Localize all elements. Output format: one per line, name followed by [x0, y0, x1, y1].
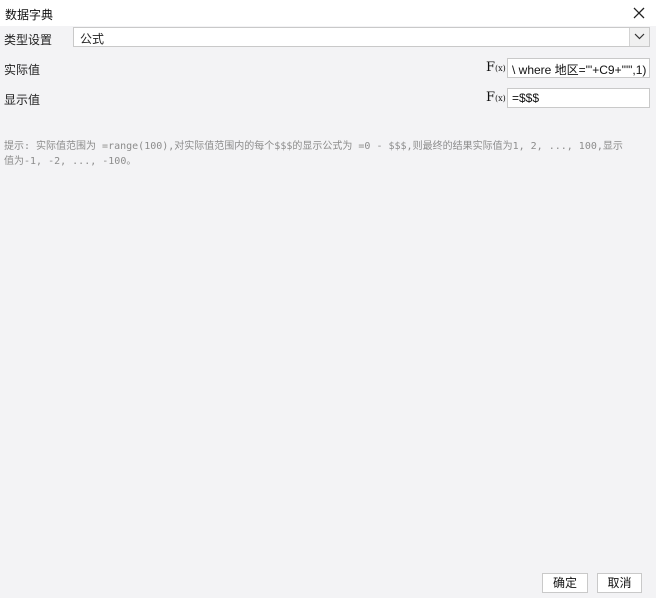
cancel-button[interactable]: 取消	[597, 573, 642, 593]
chevron-down-icon	[634, 33, 645, 40]
hint-text: 提示: 实际值范围为 =range(100),对实际值范围内的每个$$$的显示公…	[4, 141, 623, 167]
formula-icon-sub: (x)	[495, 64, 506, 73]
window-title: 数据字典	[5, 8, 54, 22]
actual-value-input[interactable]: \ where 地区="'+C9+'"",1)	[507, 58, 650, 78]
formula-icon-f: F	[486, 90, 496, 105]
formula-icon[interactable]: F(x)	[486, 90, 506, 106]
display-value-input[interactable]: =$$$	[507, 88, 650, 108]
ok-button[interactable]: 确定	[542, 573, 588, 593]
title-bar: 数据字典	[0, 0, 656, 27]
formula-icon[interactable]: F(x)	[486, 60, 506, 76]
close-icon	[633, 7, 645, 19]
actual-value-label: 实际值	[4, 63, 41, 77]
display-value-label: 显示值	[4, 93, 41, 107]
type-select[interactable]: 公式	[73, 27, 650, 47]
type-setting-row: 类型设置 公式	[0, 26, 656, 50]
type-select-value: 公式	[80, 32, 105, 46]
formula-icon-sub: (x)	[495, 94, 506, 103]
select-dropdown-button[interactable]	[629, 28, 649, 46]
formula-icon-f: F	[486, 60, 496, 75]
close-button[interactable]	[628, 2, 650, 24]
type-setting-label: 类型设置	[4, 33, 53, 47]
